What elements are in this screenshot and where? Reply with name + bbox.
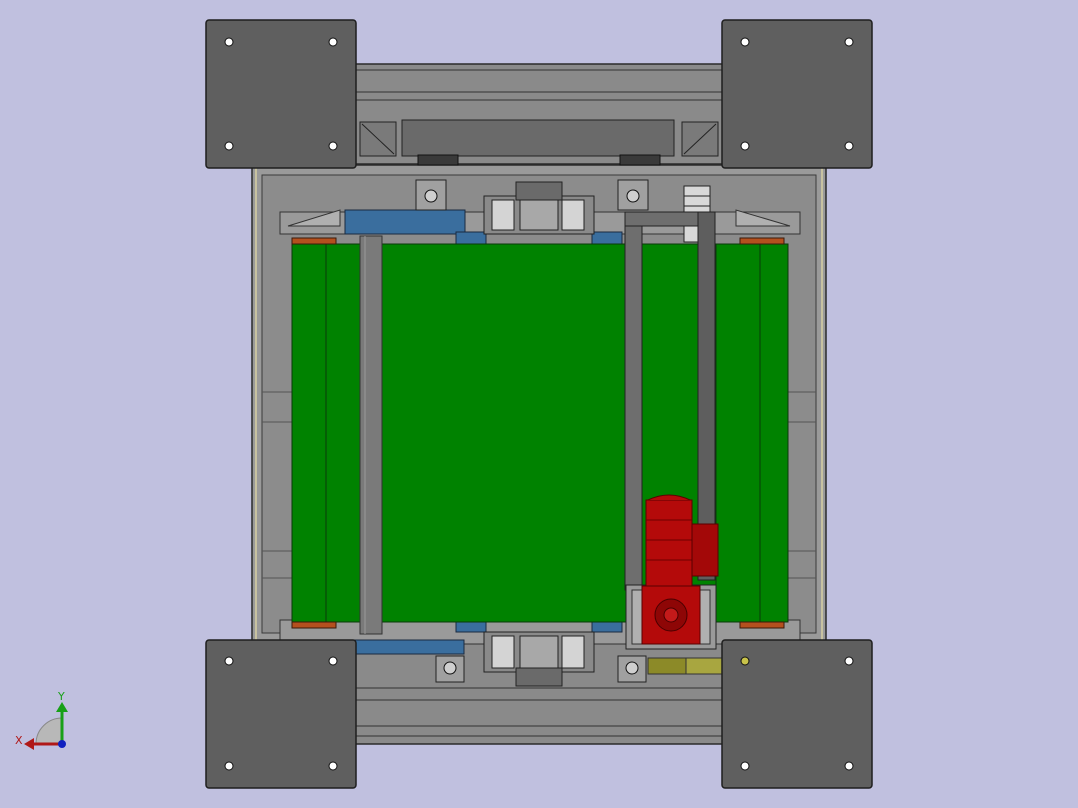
reference-triad: Y X — [15, 690, 68, 750]
top-rail — [354, 63, 724, 166]
triad-x-label: X — [15, 734, 23, 747]
triad-y-label: Y — [57, 690, 65, 703]
mount-plate-top-right — [721, 19, 873, 169]
x-axis-head-icon — [24, 738, 34, 750]
cad-viewport[interactable]: Y X — [0, 0, 1078, 808]
y-axis-head-icon — [56, 702, 68, 712]
mount-plate-bottom-left — [205, 639, 357, 789]
mount-plate-bottom-right — [721, 639, 873, 789]
z-axis-dot-icon — [58, 740, 66, 748]
mount-plate-top-left — [205, 19, 357, 169]
